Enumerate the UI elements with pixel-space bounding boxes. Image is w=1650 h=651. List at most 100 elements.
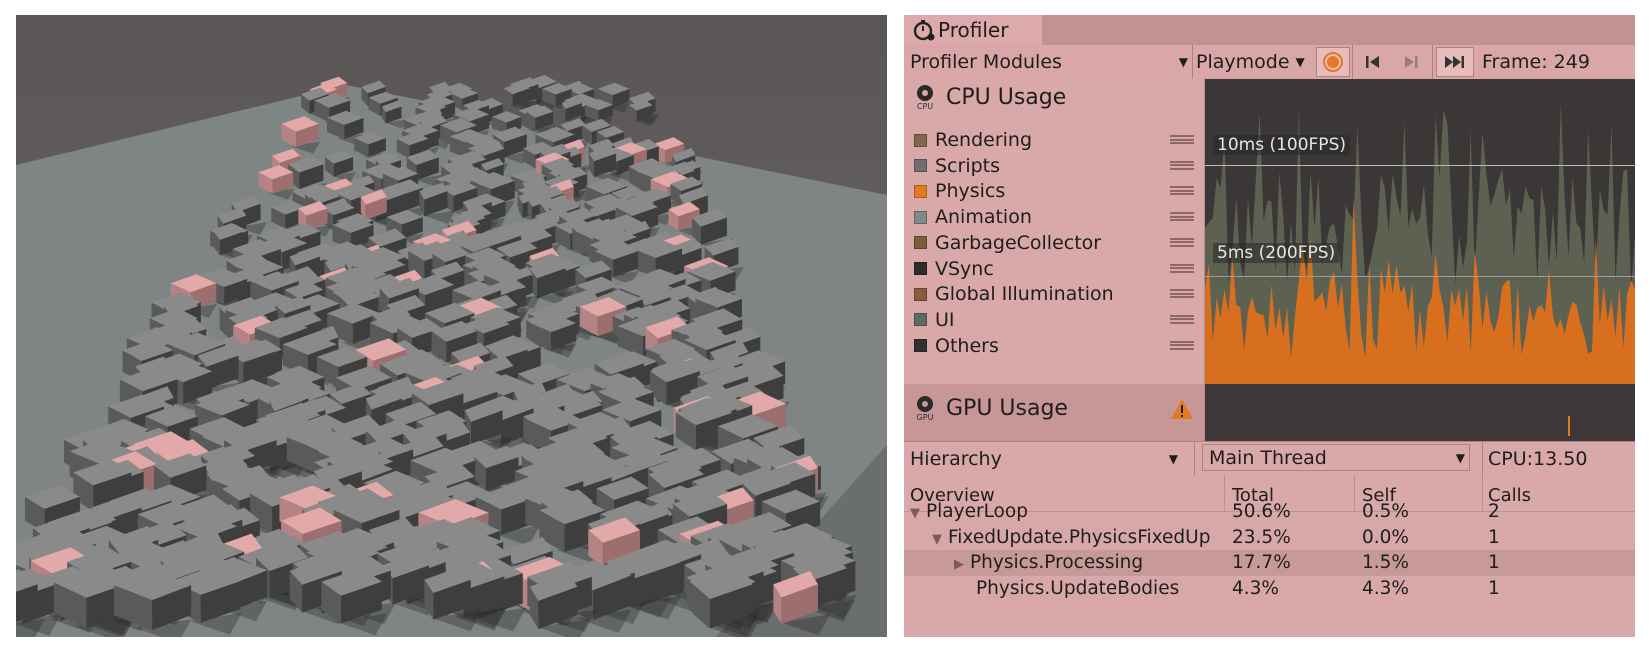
drag-handle-icon[interactable] bbox=[1170, 289, 1194, 299]
legend-label: Rendering bbox=[935, 129, 1033, 151]
chevron-down-icon: ▼ bbox=[1295, 55, 1305, 69]
legend-label: Scripts bbox=[935, 154, 1001, 177]
row-calls: 1 bbox=[1488, 552, 1500, 573]
playmode-dropdown[interactable]: Playmode ▼ bbox=[1196, 45, 1312, 79]
legend-item[interactable]: UI bbox=[914, 307, 1194, 333]
cpu-time-readout: CPU:13.50 bbox=[1488, 442, 1587, 475]
table-row[interactable]: Physics.UpdateBodies 4.3% 4.3% 1 bbox=[904, 576, 1635, 602]
profiler-modules-dropdown[interactable]: Profiler Modules ▼ bbox=[910, 45, 1190, 79]
table-row[interactable]: ▼ PlayerLoop 50.6% 0.5% 2 bbox=[904, 499, 1635, 525]
cpu-module-title[interactable]: CPU CPU Usage bbox=[912, 83, 1067, 112]
legend-label: GarbageCollector bbox=[935, 231, 1102, 254]
legend-label: Global Illumination bbox=[935, 283, 1114, 306]
row-self: 4.3% bbox=[1362, 577, 1409, 599]
tab-profiler[interactable]: Profiler bbox=[904, 15, 1042, 45]
gridline-5ms-label: 5ms (200FPS) bbox=[1213, 243, 1340, 263]
profiler-window: Profiler Profiler Modules ▼ Playmode ▼ F… bbox=[904, 15, 1635, 637]
warning-icon[interactable] bbox=[1170, 398, 1194, 420]
legend-item[interactable]: GarbageCollector bbox=[914, 230, 1194, 256]
drag-handle-icon[interactable] bbox=[1170, 160, 1194, 170]
legend-swatch bbox=[914, 287, 927, 301]
collapse-arrow-icon[interactable]: ▼ bbox=[932, 532, 942, 547]
legend-label: Others bbox=[935, 334, 999, 357]
record-icon bbox=[1323, 52, 1343, 72]
drag-handle-icon[interactable] bbox=[1170, 340, 1194, 350]
thread-label: Main Thread bbox=[1209, 446, 1327, 469]
gpu-spike bbox=[1568, 416, 1570, 436]
collapse-arrow-icon[interactable]: ▼ bbox=[910, 506, 920, 521]
cpu-usage-chart[interactable]: 10ms (100FPS) 5ms (200FPS) bbox=[1205, 79, 1635, 384]
drag-handle-icon[interactable] bbox=[1170, 263, 1194, 273]
cpu-usage-label: CPU Usage bbox=[946, 84, 1067, 110]
row-total: 50.6% bbox=[1232, 501, 1291, 522]
table-row[interactable]: ▶ Physics.Processing 17.7% 1.5% 1 bbox=[904, 550, 1635, 576]
row-name: Physics.UpdateBodies bbox=[976, 578, 1179, 599]
row-name: ▼ PlayerLoop bbox=[910, 501, 1028, 522]
legend-label: UI bbox=[935, 308, 955, 331]
next-frame-button[interactable] bbox=[1394, 45, 1428, 79]
gpu-module-title: GPU GPU Usage bbox=[912, 394, 1068, 423]
thread-dropdown[interactable]: Main Thread ▼ bbox=[1202, 444, 1470, 471]
stopwatch-icon bbox=[913, 20, 935, 41]
view-mode-dropdown[interactable]: Hierarchy ▼ bbox=[910, 442, 1180, 475]
scene-render bbox=[16, 15, 887, 637]
legend-item[interactable]: Others bbox=[914, 333, 1194, 359]
legend-swatch bbox=[914, 262, 927, 275]
row-calls: 1 bbox=[1488, 526, 1500, 548]
row-name-text: Physics.UpdateBodies bbox=[976, 577, 1180, 599]
legend-item[interactable]: Scripts bbox=[914, 153, 1194, 179]
row-calls: 1 bbox=[1488, 577, 1500, 599]
chevron-down-icon: ▼ bbox=[1168, 451, 1178, 466]
gridline-10ms-label: 10ms (100FPS) bbox=[1213, 135, 1350, 155]
drag-handle-icon[interactable] bbox=[1170, 237, 1194, 247]
legend-item[interactable]: Rendering bbox=[914, 127, 1194, 153]
row-calls: 2 bbox=[1488, 501, 1500, 522]
drag-handle-icon[interactable] bbox=[1170, 212, 1194, 222]
row-name-text: Physics.Processing bbox=[970, 552, 1144, 573]
gpu-usage-label: GPU Usage bbox=[946, 395, 1068, 421]
row-self: 0.0% bbox=[1362, 526, 1409, 548]
legend-swatch bbox=[914, 313, 927, 327]
profiler-toolbar: Profiler Modules ▼ Playmode ▼ Frame: 249 bbox=[904, 45, 1635, 80]
legend-swatch bbox=[914, 236, 927, 250]
row-name: ▶ Physics.Processing bbox=[954, 552, 1143, 573]
legend-item[interactable]: Global Illumination bbox=[914, 281, 1194, 307]
scene-view[interactable] bbox=[16, 15, 887, 637]
expand-arrow-icon[interactable]: ▶ bbox=[954, 557, 964, 572]
legend-item[interactable]: VSync bbox=[914, 256, 1194, 282]
chevron-down-icon: ▼ bbox=[1178, 55, 1188, 69]
row-name-text: PlayerLoop bbox=[926, 501, 1028, 522]
profiler-modules-label: Profiler Modules bbox=[910, 51, 1062, 73]
step-back-icon bbox=[1366, 56, 1379, 68]
legend-label: Animation bbox=[935, 206, 1032, 229]
drag-handle-icon[interactable] bbox=[1170, 314, 1194, 324]
cpu-time-label: CPU:13.50 bbox=[1488, 447, 1588, 470]
frame-label: Frame: 249 bbox=[1482, 51, 1590, 73]
legend-swatch bbox=[914, 339, 927, 353]
legend-label: VSync bbox=[935, 257, 994, 280]
gridline-5ms bbox=[1205, 276, 1635, 277]
record-button[interactable] bbox=[1316, 47, 1350, 77]
drag-handle-icon[interactable] bbox=[1170, 186, 1194, 196]
drag-handle-icon[interactable] bbox=[1170, 135, 1194, 144]
playmode-label: Playmode bbox=[1196, 51, 1290, 73]
frame-counter: Frame: 249 bbox=[1482, 45, 1590, 79]
view-mode-label: Hierarchy bbox=[910, 447, 1002, 470]
legend-swatch bbox=[914, 210, 927, 224]
legend-label: Physics bbox=[935, 180, 1006, 203]
gpu-module-row[interactable]: GPU GPU Usage bbox=[904, 384, 1205, 441]
step-forward-icon bbox=[1405, 56, 1418, 68]
cpu-module-icon: CPU bbox=[917, 85, 933, 111]
table-row[interactable]: ▼ FixedUpdate.PhysicsFixedUp 23.5% 0.0% 1 bbox=[904, 525, 1635, 551]
previous-frame-button[interactable] bbox=[1356, 45, 1390, 79]
legend-swatch bbox=[914, 184, 927, 198]
gpu-usage-chart[interactable] bbox=[1205, 384, 1635, 441]
legend-item[interactable]: Physics bbox=[914, 178, 1194, 204]
cpu-module-legend[interactable]: CPU CPU Usage Rendering Scripts Physics Ani… bbox=[904, 79, 1205, 384]
legend-swatch bbox=[914, 159, 927, 173]
legend-item[interactable]: Animation bbox=[914, 204, 1194, 230]
tab-strip: Profiler bbox=[904, 15, 1635, 45]
current-frame-button[interactable] bbox=[1436, 47, 1474, 77]
gpu-module-icon: GPU bbox=[917, 396, 934, 422]
row-total: 17.7% bbox=[1232, 552, 1291, 573]
